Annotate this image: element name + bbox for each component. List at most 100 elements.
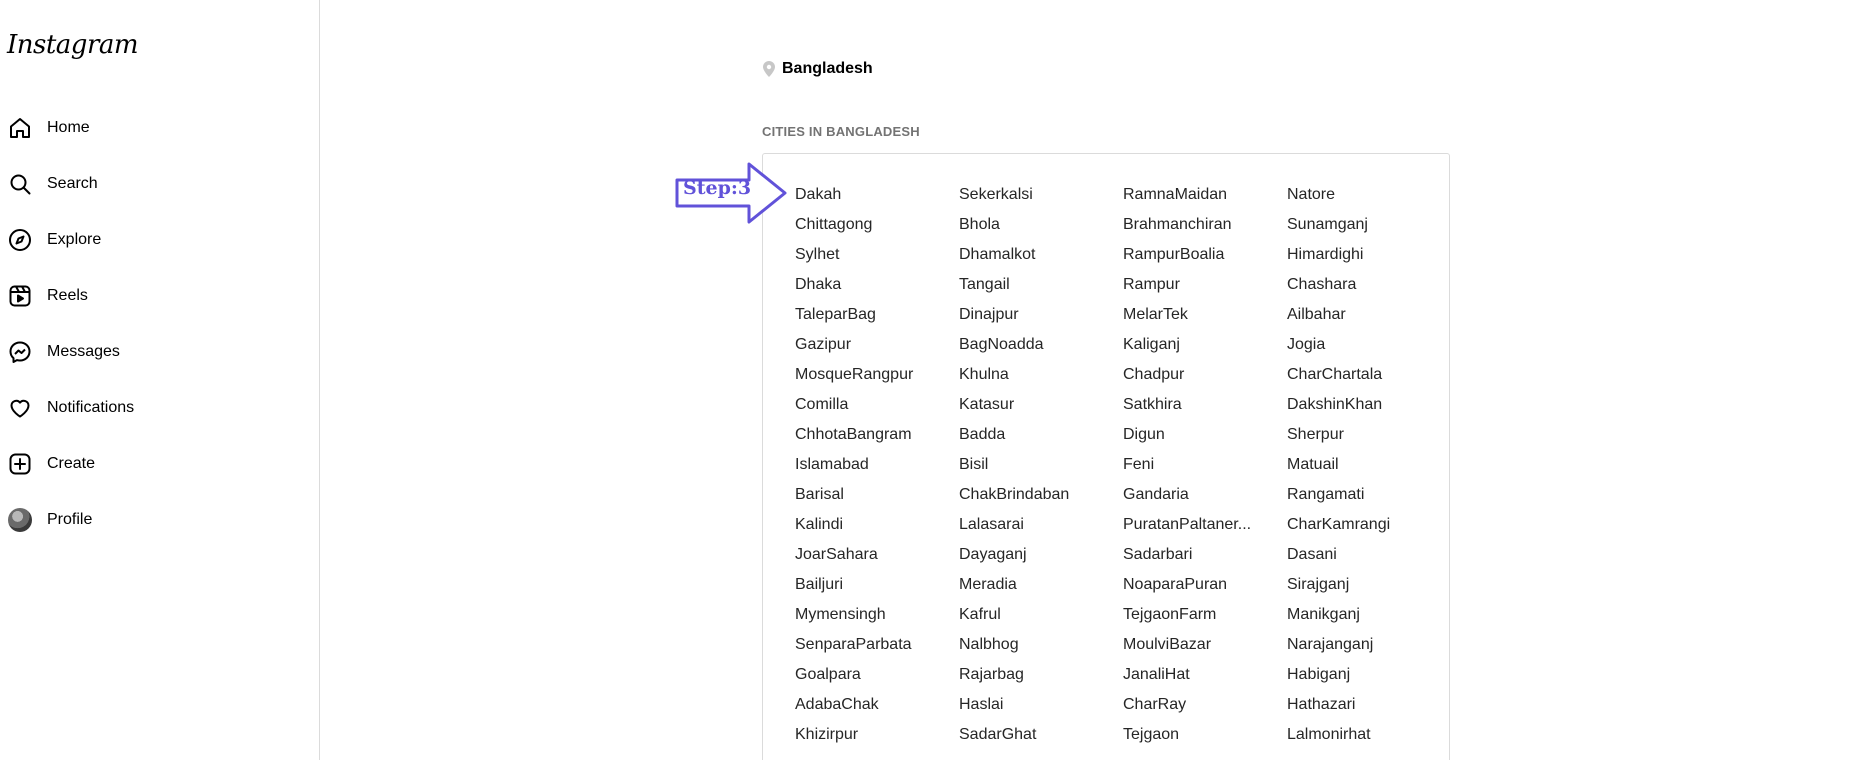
city-link[interactable]: Rangamati: [1287, 485, 1451, 515]
sidebar-item-label: Explore: [47, 231, 102, 248]
sidebar-item-search[interactable]: Search: [0, 156, 320, 212]
city-link[interactable]: Chadpur: [1123, 365, 1287, 395]
city-link[interactable]: Narajanganj: [1287, 635, 1451, 665]
city-link[interactable]: RamnaMaidan: [1123, 185, 1287, 215]
city-link[interactable]: Khulna: [959, 365, 1123, 395]
city-link[interactable]: Jogia: [1287, 335, 1451, 365]
city-link[interactable]: Himardighi: [1287, 245, 1451, 275]
city-link[interactable]: Tejgaon: [1123, 725, 1287, 755]
reels-icon: [8, 284, 32, 308]
city-link[interactable]: Chittagong: [795, 215, 959, 245]
city-link[interactable]: MoulviBazar: [1123, 635, 1287, 665]
city-link[interactable]: PuratanPaltaner...: [1123, 515, 1287, 545]
city-link[interactable]: Sirajganj: [1287, 575, 1451, 605]
city-link[interactable]: Dasani: [1287, 545, 1451, 575]
sidebar-item-home[interactable]: Home: [0, 100, 320, 156]
city-link[interactable]: Nalbhog: [959, 635, 1123, 665]
city-link[interactable]: Haslai: [959, 695, 1123, 725]
city-link[interactable]: RampurBoalia: [1123, 245, 1287, 275]
city-link[interactable]: Meradia: [959, 575, 1123, 605]
messenger-icon: [8, 340, 32, 364]
city-link[interactable]: Dinajpur: [959, 305, 1123, 335]
city-link[interactable]: Dayaganj: [959, 545, 1123, 575]
city-link[interactable]: Hathazari: [1287, 695, 1451, 725]
city-link[interactable]: Dakah: [795, 185, 959, 215]
location-name[interactable]: Bangladesh: [782, 60, 873, 78]
instagram-logo[interactable]: Instagram: [7, 30, 139, 60]
city-link[interactable]: DakshinKhan: [1287, 395, 1451, 425]
city-link[interactable]: MelarTek: [1123, 305, 1287, 335]
city-link[interactable]: ChakBrindaban: [959, 485, 1123, 515]
city-link[interactable]: Rajarbag: [959, 665, 1123, 695]
heart-icon: [8, 396, 32, 420]
city-link[interactable]: Kaliganj: [1123, 335, 1287, 365]
city-link[interactable]: Digun: [1123, 425, 1287, 455]
sidebar-item-messages[interactable]: Messages: [0, 324, 320, 380]
city-link[interactable]: BagNoadda: [959, 335, 1123, 365]
city-link[interactable]: Habiganj: [1287, 665, 1451, 695]
sidebar-item-explore[interactable]: Explore: [0, 212, 320, 268]
city-link[interactable]: Mymensingh: [795, 605, 959, 635]
cities-list: Dakah Sekerkalsi RamnaMaidan Natore Chittago…: [762, 153, 1450, 760]
sidebar-item-label: Create: [47, 455, 96, 472]
city-link[interactable]: Sherpur: [1287, 425, 1451, 455]
city-link[interactable]: NoaparaPuran: [1123, 575, 1287, 605]
city-link[interactable]: Lalasarai: [959, 515, 1123, 545]
city-link[interactable]: SenparaParbata: [795, 635, 959, 665]
main-content: Bangladesh CITIES IN BANGLADESH Dakah Sek…: [321, 0, 1851, 760]
city-link[interactable]: Bhola: [959, 215, 1123, 245]
city-link[interactable]: SadarGhat: [959, 725, 1123, 755]
city-link[interactable]: JoarSahara: [795, 545, 959, 575]
city-link[interactable]: Bailjuri: [795, 575, 959, 605]
city-link[interactable]: Sadarbari: [1123, 545, 1287, 575]
city-link[interactable]: Katasur: [959, 395, 1123, 425]
sidebar-item-label: Home: [47, 119, 90, 136]
city-link[interactable]: Lalmonirhat: [1287, 725, 1451, 755]
city-link[interactable]: Kalindi: [795, 515, 959, 545]
city-link[interactable]: CharChartala: [1287, 365, 1451, 395]
city-link[interactable]: Khizirpur: [795, 725, 959, 755]
city-link[interactable]: Dhamalkot: [959, 245, 1123, 275]
city-link[interactable]: Comilla: [795, 395, 959, 425]
sidebar: Instagram Home Search Explore Reels Mess…: [0, 0, 320, 760]
city-link[interactable]: ChhotaBangram: [795, 425, 959, 455]
city-link[interactable]: CharRay: [1123, 695, 1287, 725]
city-link[interactable]: Kafrul: [959, 605, 1123, 635]
city-link[interactable]: Sekerkalsi: [959, 185, 1123, 215]
city-link[interactable]: Matuail: [1287, 455, 1451, 485]
city-link[interactable]: Ailbahar: [1287, 305, 1451, 335]
sidebar-item-label: Search: [47, 175, 98, 192]
city-link[interactable]: Chashara: [1287, 275, 1451, 305]
city-link[interactable]: Gandaria: [1123, 485, 1287, 515]
city-link[interactable]: TejgaonFarm: [1123, 605, 1287, 635]
city-link[interactable]: Rampur: [1123, 275, 1287, 305]
sidebar-item-reels[interactable]: Reels: [0, 268, 320, 324]
city-link[interactable]: Islamabad: [795, 455, 959, 485]
city-link[interactable]: MosqueRangpur: [795, 365, 959, 395]
city-link[interactable]: Feni: [1123, 455, 1287, 485]
city-link[interactable]: Satkhira: [1123, 395, 1287, 425]
city-link[interactable]: AdabaChak: [795, 695, 959, 725]
city-link[interactable]: Sylhet: [795, 245, 959, 275]
city-link[interactable]: JanaliHat: [1123, 665, 1287, 695]
city-link[interactable]: Gazipur: [795, 335, 959, 365]
section-title: CITIES IN BANGLADESH: [762, 124, 920, 139]
city-link[interactable]: Barisal: [795, 485, 959, 515]
home-icon: [8, 116, 32, 140]
city-link[interactable]: Bisil: [959, 455, 1123, 485]
city-link[interactable]: Dhaka: [795, 275, 959, 305]
sidebar-item-profile[interactable]: Profile: [0, 492, 320, 548]
city-link[interactable]: Sunamganj: [1287, 215, 1451, 245]
city-link[interactable]: TaleparBag: [795, 305, 959, 335]
city-link[interactable]: Tangail: [959, 275, 1123, 305]
sidebar-item-create[interactable]: Create: [0, 436, 320, 492]
city-link[interactable]: Goalpara: [795, 665, 959, 695]
city-link[interactable]: Brahmanchiran: [1123, 215, 1287, 245]
city-link[interactable]: Badda: [959, 425, 1123, 455]
sidebar-item-notifications[interactable]: Notifications: [0, 380, 320, 436]
sidebar-item-label: Reels: [47, 287, 88, 304]
city-link[interactable]: Manikganj: [1287, 605, 1451, 635]
city-link[interactable]: CharKamrangi: [1287, 515, 1451, 545]
city-link[interactable]: Natore: [1287, 185, 1451, 215]
compass-icon: [8, 228, 32, 252]
